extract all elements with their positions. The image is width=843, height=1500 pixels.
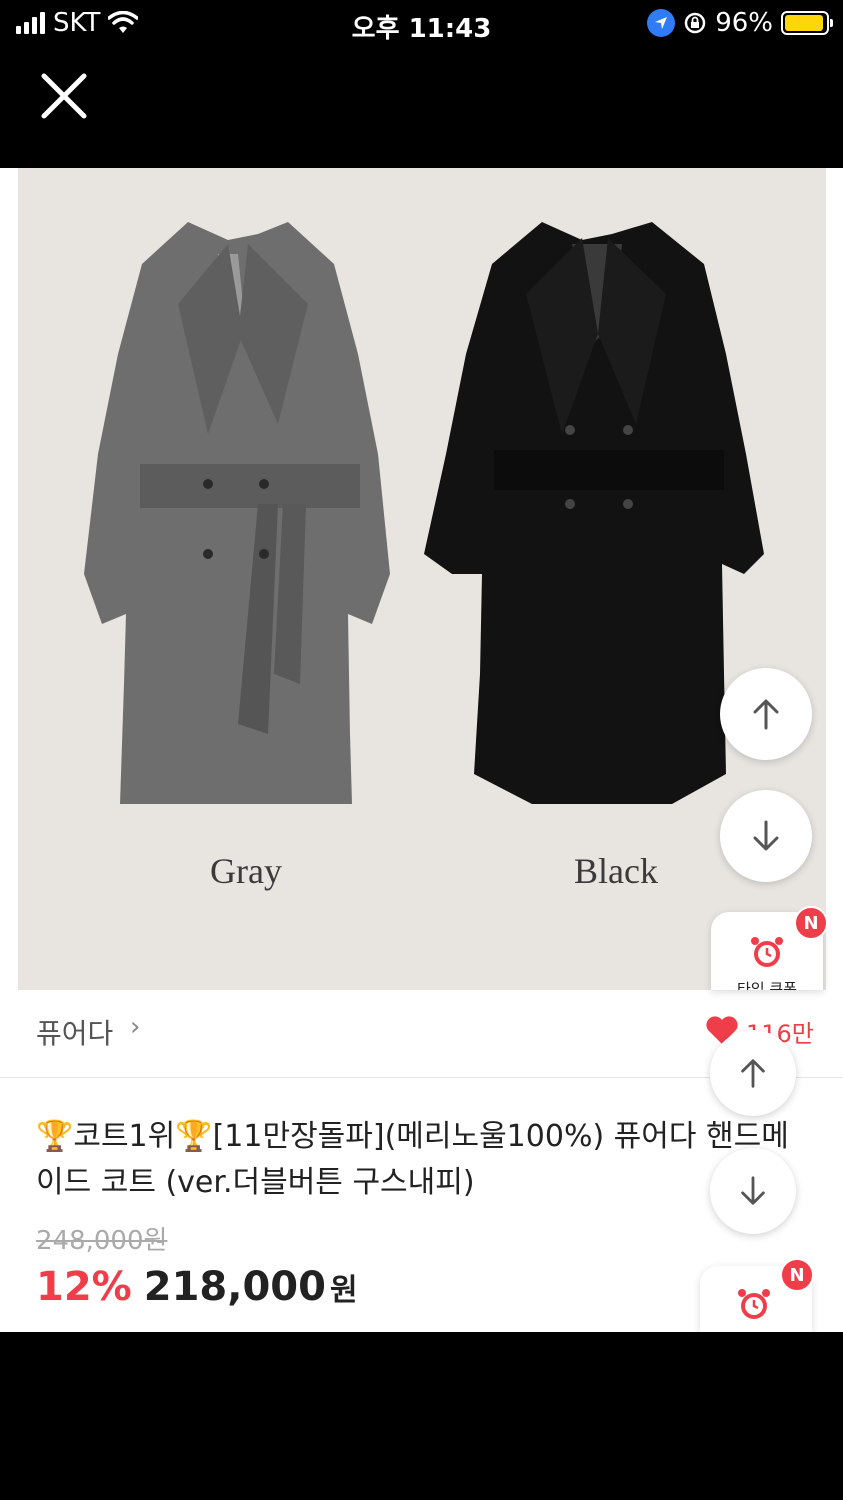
top-bar bbox=[0, 50, 843, 168]
battery-percent: 96% bbox=[715, 8, 773, 38]
battery-level bbox=[785, 15, 824, 31]
product-title: 🏆코트1위🏆[11만장돌파](메리노울100%) 퓨어다 핸드메이드 코트 (v… bbox=[36, 1119, 789, 1200]
new-badge: N bbox=[794, 906, 828, 940]
scroll-down-button[interactable] bbox=[720, 790, 812, 882]
alarm-clock-icon bbox=[751, 937, 783, 967]
status-bar: SKT 오후 11:43 96% bbox=[0, 0, 843, 50]
close-icon[interactable] bbox=[38, 70, 90, 122]
discount-rate: 12% bbox=[36, 1264, 132, 1310]
sale-price: 218,000 bbox=[143, 1264, 326, 1310]
black-coat-image bbox=[424, 222, 764, 804]
location-icon bbox=[647, 9, 676, 37]
alarm-clock-icon bbox=[738, 1289, 770, 1319]
scroll-up-button[interactable] bbox=[720, 668, 812, 760]
arrow-up-icon bbox=[741, 1059, 765, 1088]
currency-label: 원 bbox=[329, 1273, 358, 1308]
scroll-up-button-2[interactable] bbox=[710, 1030, 796, 1116]
price-row: 12% 218,000 원 bbox=[36, 1264, 358, 1310]
chevron-right-icon: › bbox=[130, 1012, 141, 1042]
original-price: 248,000원 bbox=[36, 1226, 168, 1256]
store-name[interactable]: 퓨어다 bbox=[36, 1012, 113, 1052]
product-image: Gray Black bbox=[18, 168, 826, 990]
arrow-up-icon bbox=[753, 699, 779, 730]
color-label-black: Black bbox=[574, 851, 658, 891]
new-badge-2: N bbox=[780, 1258, 814, 1292]
product-detail: Gray Black 타임 쿠폰 N 퓨어다 › 116만 N 🏆코트1위🏆[1… bbox=[0, 168, 843, 1332]
battery-icon bbox=[781, 11, 833, 35]
arrow-down-icon bbox=[753, 820, 779, 851]
gray-coat-image bbox=[84, 222, 390, 804]
rotation-lock-icon bbox=[684, 12, 706, 34]
color-label-gray: Gray bbox=[210, 851, 282, 891]
status-right: 96% bbox=[647, 8, 833, 38]
bottom-area bbox=[0, 1332, 843, 1500]
coupon-label: 타임 쿠폰 bbox=[737, 980, 797, 990]
